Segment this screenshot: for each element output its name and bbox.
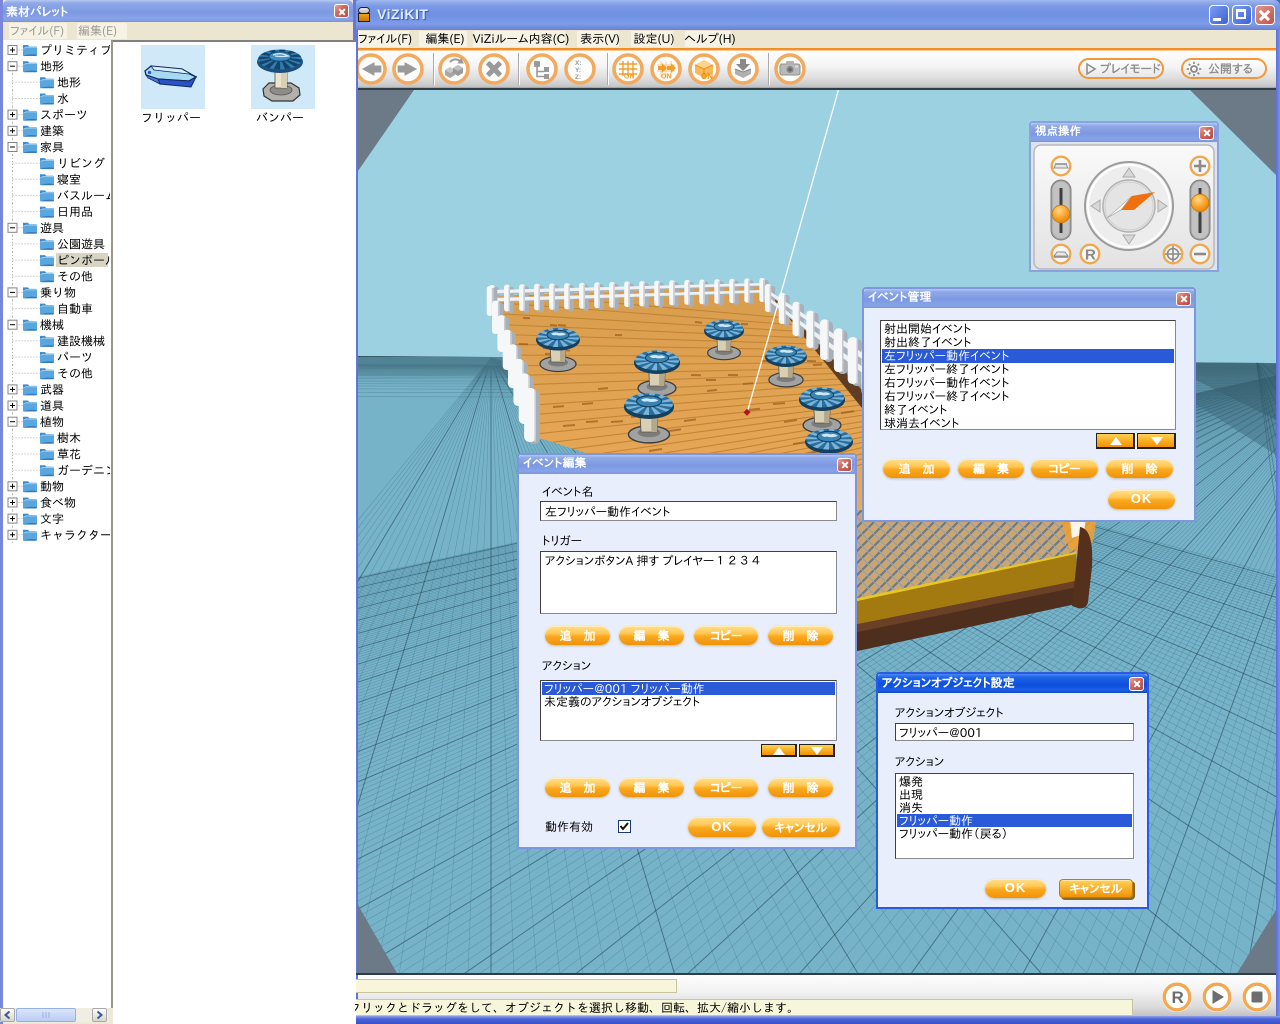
svg-text:ON: ON (701, 72, 713, 81)
svg-text:Z:: Z: (575, 74, 581, 81)
svg-text:Y:: Y: (575, 67, 581, 74)
svg-text:ON: ON (624, 74, 635, 81)
svg-text:R: R (1085, 247, 1096, 264)
svg-text:ON: ON (661, 74, 672, 81)
svg-text:X:: X: (575, 60, 582, 67)
svg-text:R: R (1172, 988, 1184, 1007)
